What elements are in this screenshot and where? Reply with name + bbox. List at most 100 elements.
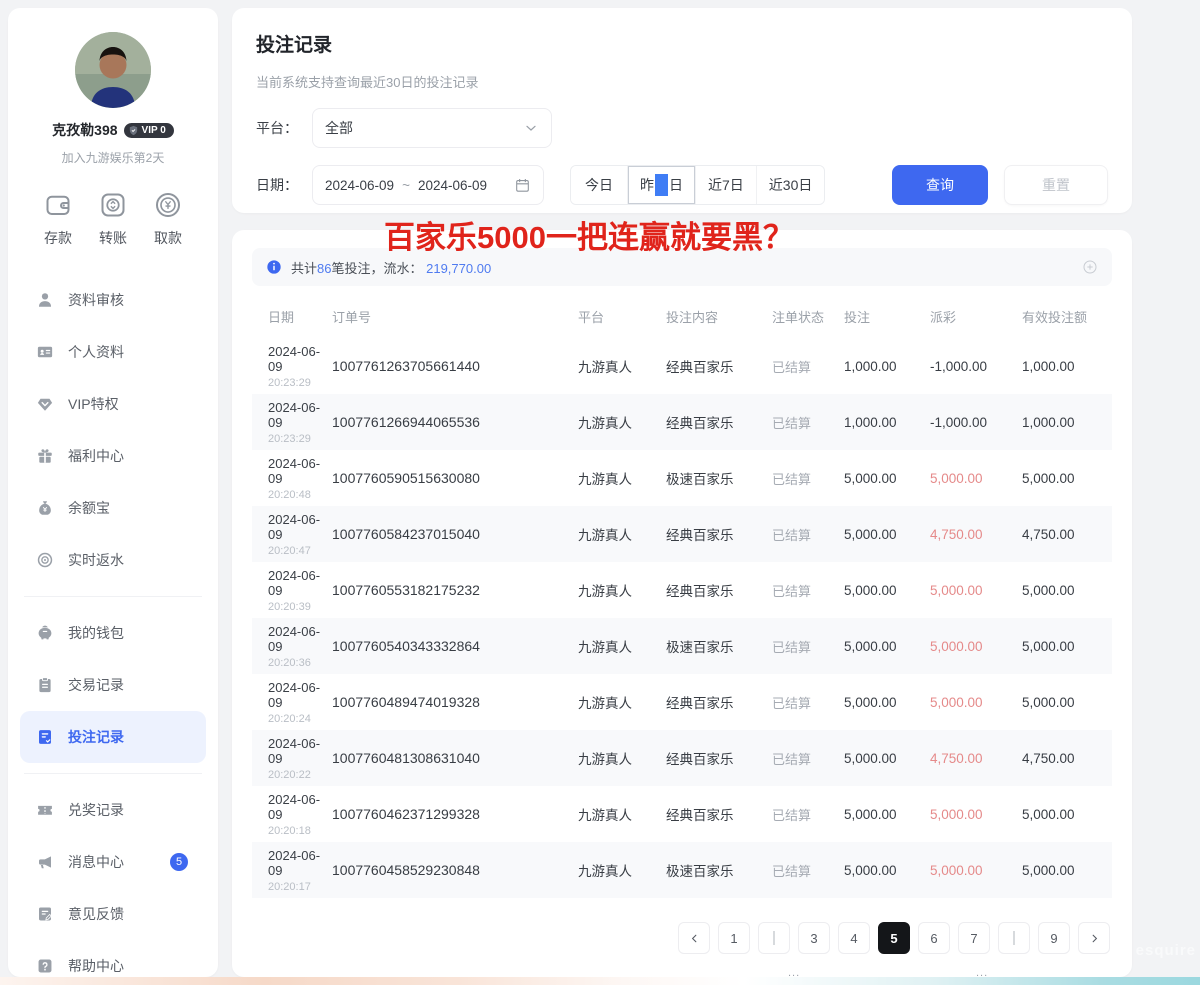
transfer-icon bbox=[98, 190, 128, 220]
clipboard-icon bbox=[36, 676, 54, 694]
range-button-last7[interactable]: 近7日 bbox=[696, 166, 757, 204]
range-label-part: 日 bbox=[669, 175, 683, 195]
sidebar-item-my-wallet[interactable]: 我的钱包 bbox=[8, 607, 218, 659]
page-subtitle: 当前系统支持查询最近30日的投注记录 bbox=[256, 72, 1108, 91]
page-button-4[interactable]: 4 bbox=[838, 922, 870, 954]
cell-bet-content: 经典百家乐 bbox=[666, 412, 772, 432]
summary-amount: 219,770.00 bbox=[426, 261, 491, 276]
table-row[interactable]: 2024-06-0920:20:171007760458529230848九游真… bbox=[252, 842, 1112, 898]
cell-platform: 九游真人 bbox=[578, 804, 666, 824]
cell-bet-content: 极速百家乐 bbox=[666, 636, 772, 656]
cell-date: 2024-06-0920:20:47 bbox=[268, 512, 332, 557]
cell-payout: 5,000.00 bbox=[930, 639, 1022, 654]
page-button-7[interactable]: 7 bbox=[958, 922, 990, 954]
cell-valid-bet: 1,000.00 bbox=[1022, 415, 1112, 430]
id-card-icon bbox=[36, 343, 54, 361]
summary-text: 共计86笔投注，流水： 219,770.00 bbox=[291, 258, 491, 277]
sidebar-item-transaction-records[interactable]: 交易记录 bbox=[8, 659, 218, 711]
page-button-6[interactable]: 6 bbox=[918, 922, 950, 954]
cell-date: 2024-06-0920:20:36 bbox=[268, 624, 332, 669]
cell-status: 已结算 bbox=[772, 525, 844, 544]
bet-time: 20:20:36 bbox=[268, 657, 332, 669]
cell-bet-amount: 5,000.00 bbox=[844, 639, 930, 654]
filter-card: 投注记录 当前系统支持查询最近30日的投注记录 平台： 全部 日期： 2024-… bbox=[232, 8, 1132, 213]
sidebar-item-profile-audit[interactable]: 资料审核 bbox=[8, 274, 218, 326]
platform-select[interactable]: 全部 bbox=[312, 108, 552, 148]
next-page-button[interactable] bbox=[1078, 922, 1110, 954]
bet-time: 20:23:29 bbox=[268, 433, 332, 445]
cell-valid-bet: 5,000.00 bbox=[1022, 807, 1112, 822]
sidebar-item-label: 我的钱包 bbox=[68, 623, 124, 643]
sidebar-item-message-center[interactable]: 消息中心5 bbox=[8, 836, 218, 888]
table-row[interactable]: 2024-06-0920:23:291007761263705661440九游真… bbox=[252, 338, 1112, 394]
cell-payout: -1,000.00 bbox=[930, 359, 1022, 374]
menu-divider bbox=[24, 773, 202, 774]
table-row[interactable]: 2024-06-0920:20:361007760540343332864九游真… bbox=[252, 618, 1112, 674]
cell-bet-amount: 5,000.00 bbox=[844, 751, 930, 766]
sidebar-item-realtime-rebate[interactable]: 实时返水 bbox=[8, 534, 218, 586]
reset-button[interactable]: 重置 bbox=[1004, 165, 1108, 205]
cell-order-number: 1007760462371299328 bbox=[332, 806, 578, 822]
cell-platform: 九游真人 bbox=[578, 468, 666, 488]
page-button-9[interactable]: 9 bbox=[1038, 922, 1070, 954]
table-row[interactable]: 2024-06-0920:20:221007760481308631040九游真… bbox=[252, 730, 1112, 786]
megaphone-icon bbox=[36, 853, 54, 871]
plus-circle-icon[interactable] bbox=[1082, 259, 1098, 275]
cell-bet-content: 经典百家乐 bbox=[666, 524, 772, 544]
page-button-3[interactable]: 3 bbox=[798, 922, 830, 954]
cell-bet-amount: 5,000.00 bbox=[844, 807, 930, 822]
sidebar-item-label: 兑奖记录 bbox=[68, 800, 124, 820]
table-row[interactable]: 2024-06-0920:20:391007760553182175232九游真… bbox=[252, 562, 1112, 618]
quick-action-withdraw[interactable]: 取款 bbox=[153, 190, 183, 248]
sidebar-item-vip-privilege[interactable]: VIP特权 bbox=[8, 378, 218, 430]
bet-date: 2024-06-09 bbox=[268, 680, 332, 710]
range-button-last30[interactable]: 近30日 bbox=[757, 166, 825, 204]
cell-platform: 九游真人 bbox=[578, 356, 666, 376]
range-button-yesterday[interactable]: 昨日 bbox=[628, 166, 696, 204]
column-header-2: 平台 bbox=[578, 307, 666, 326]
prev-page-button[interactable] bbox=[678, 922, 710, 954]
user-identity: 克孜勒398 VIP 0 bbox=[8, 120, 218, 140]
table-row[interactable]: 2024-06-0920:20:181007760462371299328九游真… bbox=[252, 786, 1112, 842]
page-button-1[interactable]: 1 bbox=[718, 922, 750, 954]
sidebar-item-yuebao[interactable]: 余额宝 bbox=[8, 482, 218, 534]
search-button[interactable]: 查询 bbox=[892, 165, 988, 205]
sidebar-item-feedback[interactable]: 意见反馈 bbox=[8, 888, 218, 940]
column-header-7: 有效投注额 bbox=[1022, 307, 1112, 326]
sidebar-item-welfare-center[interactable]: 福利中心 bbox=[8, 430, 218, 482]
date-range-input[interactable]: 2024-06-09 ~ 2024-06-09 bbox=[312, 165, 544, 205]
summary-prefix: 共计 bbox=[291, 261, 317, 276]
avatar[interactable] bbox=[75, 32, 151, 108]
cell-valid-bet: 5,000.00 bbox=[1022, 583, 1112, 598]
bet-date: 2024-06-09 bbox=[268, 568, 332, 598]
bet-date: 2024-06-09 bbox=[268, 792, 332, 822]
table-row[interactable]: 2024-06-0920:20:471007760584237015040九游真… bbox=[252, 506, 1112, 562]
cell-status: 已结算 bbox=[772, 469, 844, 488]
page-button-5[interactable]: 5 bbox=[878, 922, 910, 954]
table-row[interactable]: 2024-06-0920:23:291007761266944065536九游真… bbox=[252, 394, 1112, 450]
piggy-bank-icon bbox=[36, 624, 54, 642]
ellipsis-button[interactable] bbox=[998, 922, 1030, 954]
column-header-0: 日期 bbox=[268, 307, 332, 326]
cell-order-number: 1007760489474019328 bbox=[332, 694, 578, 710]
cell-order-number: 1007760553182175232 bbox=[332, 582, 578, 598]
quick-action-deposit[interactable]: 存款 bbox=[43, 190, 73, 248]
sidebar-item-label: 福利中心 bbox=[68, 446, 124, 466]
table-row[interactable]: 2024-06-0920:20:481007760590515630080九游真… bbox=[252, 450, 1112, 506]
ellipsis-button[interactable] bbox=[758, 922, 790, 954]
sidebar-item-bet-records[interactable]: 投注记录 bbox=[20, 711, 206, 763]
range-button-today[interactable]: 今日 bbox=[571, 166, 628, 204]
cell-status: 已结算 bbox=[772, 749, 844, 768]
page-root: 克孜勒398 VIP 0 加入九游娱乐第2天 存款转账取款 资料审核个人资料VI… bbox=[0, 0, 1200, 985]
cell-payout: -1,000.00 bbox=[930, 415, 1022, 430]
cell-valid-bet: 5,000.00 bbox=[1022, 695, 1112, 710]
range-label-part: 昨 bbox=[640, 175, 654, 195]
table-row[interactable]: 2024-06-0920:20:241007760489474019328九游真… bbox=[252, 674, 1112, 730]
quick-action-transfer[interactable]: 转账 bbox=[98, 190, 128, 248]
cell-platform: 九游真人 bbox=[578, 692, 666, 712]
sidebar-item-personal-info[interactable]: 个人资料 bbox=[8, 326, 218, 378]
cell-date: 2024-06-0920:20:17 bbox=[268, 848, 332, 893]
vip-diamond-icon bbox=[36, 395, 54, 413]
cell-bet-amount: 5,000.00 bbox=[844, 863, 930, 878]
sidebar-item-prize-records[interactable]: 兑奖记录 bbox=[8, 784, 218, 836]
